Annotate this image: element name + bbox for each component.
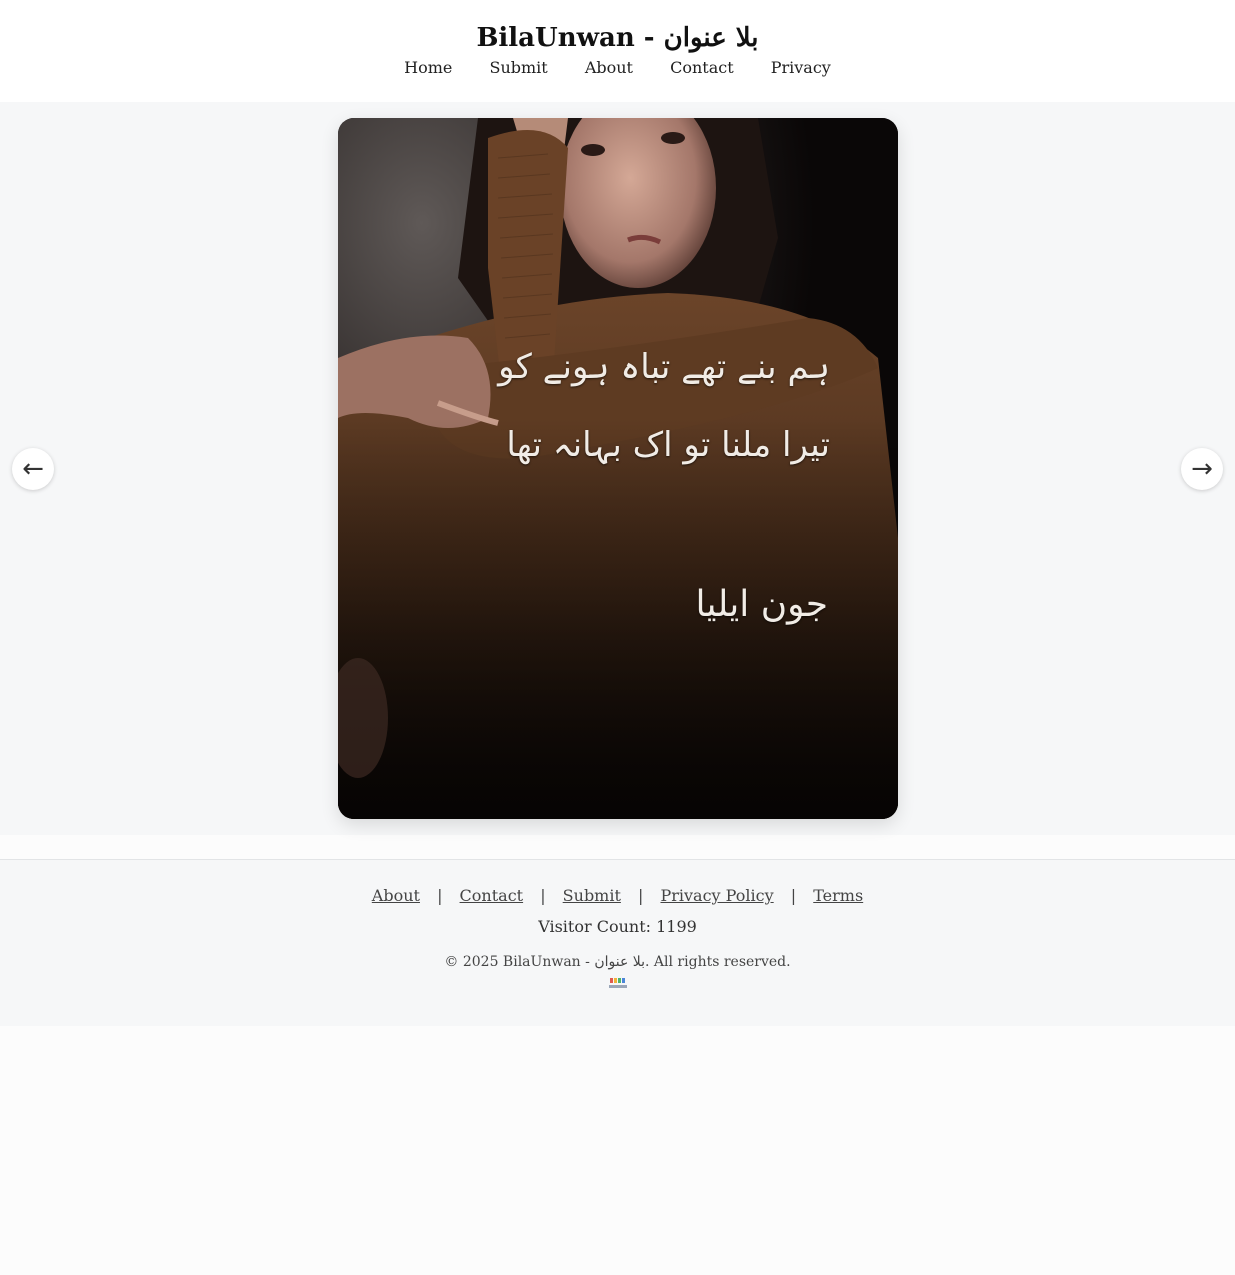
nav-privacy[interactable]: Privacy: [771, 58, 831, 77]
footer-links: About | Contact | Submit | Privacy Polic…: [0, 860, 1235, 905]
site-header: BilaUnwan - بلا عنوان Home Submit About …: [0, 0, 1235, 102]
arrow-right-icon: →: [1191, 454, 1213, 484]
poet-name: جون ایلیا: [695, 584, 828, 625]
visitor-count: Visitor Count: 1199: [538, 917, 697, 936]
footer-link-about[interactable]: About: [372, 886, 420, 905]
site-logo-icon: [608, 978, 628, 992]
poem-line-2: تیرا ملنا تو اک بہانہ تھا: [506, 425, 830, 465]
woman-photo-illustration: [338, 118, 898, 819]
slide-image: ہم بنے تھے تباہ ہونے کو تیرا ملنا تو اک …: [338, 118, 898, 819]
nav-contact[interactable]: Contact: [670, 58, 734, 77]
footer-link-privacy-policy[interactable]: Privacy Policy: [660, 886, 773, 905]
footer-separator: |: [638, 886, 644, 905]
site-title[interactable]: BilaUnwan - بلا عنوان: [0, 0, 1235, 54]
nav-about[interactable]: About: [585, 58, 633, 77]
arrow-left-icon: ←: [22, 454, 44, 484]
footer-link-contact[interactable]: Contact: [460, 886, 524, 905]
main-nav: Home Submit About Contact Privacy: [0, 58, 1235, 77]
footer-link-terms[interactable]: Terms: [813, 886, 863, 905]
site-footer: About | Contact | Submit | Privacy Polic…: [0, 859, 1235, 1026]
nav-submit[interactable]: Submit: [489, 58, 547, 77]
footer-link-submit[interactable]: Submit: [563, 886, 621, 905]
image-slider: ← ہم بنے تھے تباہ ہونے کو تیرا ملنا تو ا…: [0, 102, 1235, 835]
next-slide-button[interactable]: →: [1181, 448, 1223, 490]
prev-slide-button[interactable]: ←: [12, 448, 54, 490]
poem-line-1: ہم بنے تھے تباہ ہونے کو: [498, 347, 830, 387]
copyright: © 2025 BilaUnwan - بلا عنوان. All rights…: [444, 954, 791, 970]
section-spacer: [0, 835, 1235, 859]
footer-separator: |: [790, 886, 797, 905]
footer-separator: |: [437, 886, 443, 905]
footer-separator: |: [540, 886, 546, 905]
nav-home[interactable]: Home: [404, 58, 452, 77]
